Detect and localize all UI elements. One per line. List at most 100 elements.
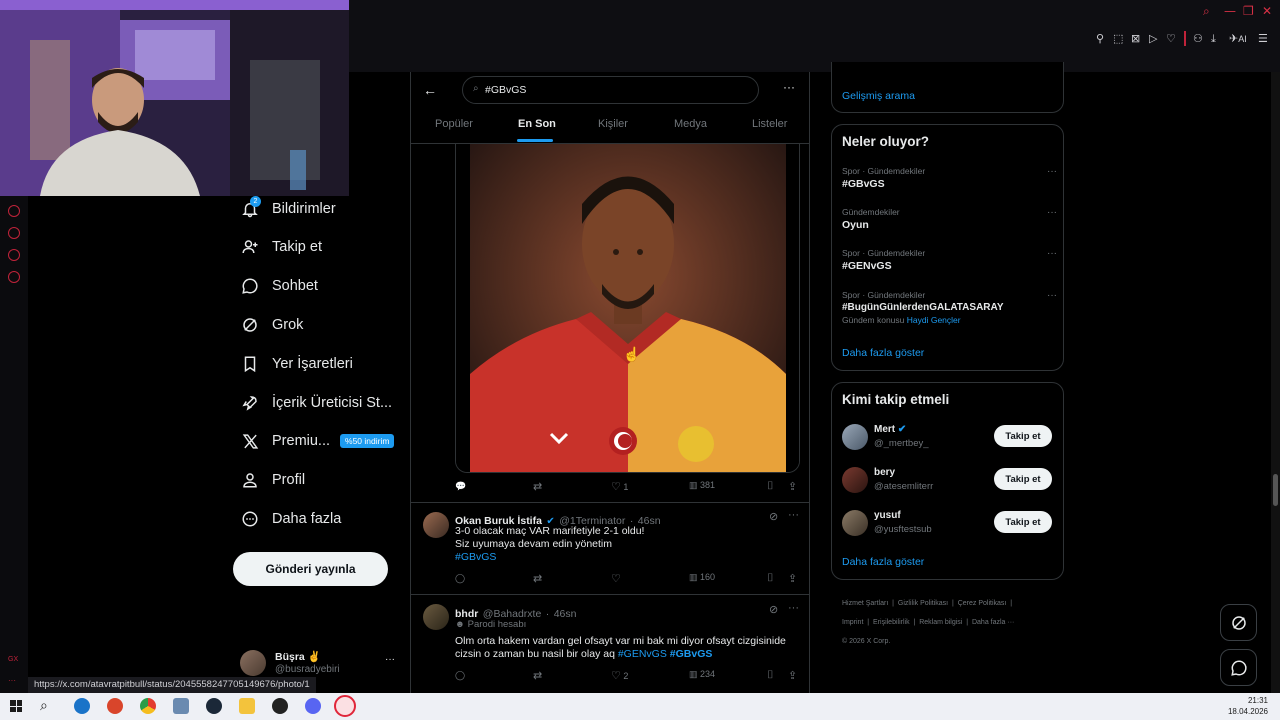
retweet-icon[interactable]: ⇄ (533, 480, 542, 493)
tab-people[interactable]: Kişiler (598, 118, 628, 130)
sidebar-item-follow[interactable]: Takip et (240, 232, 322, 262)
reply-icon[interactable]: ◯ (455, 573, 465, 584)
sidebar-more-icon[interactable]: ··· (8, 676, 16, 685)
account-switcher[interactable]: Büşra ✌ @busradyebiri ··· (240, 648, 400, 680)
download-icon[interactable]: ⤓ (1211, 32, 1216, 46)
trend-item[interactable]: Spor · Gündemdekiler #BugünGünlerdenGALA… (842, 290, 1057, 325)
follow-button[interactable]: Takip et (994, 468, 1052, 490)
footer-link[interactable]: Çerez Politikası (958, 600, 1007, 607)
grok-explain-icon[interactable]: ⊘ (769, 603, 778, 616)
aria-icon[interactable]: ✈AI (1229, 32, 1247, 45)
views-button[interactable]: ▥ 381 (689, 480, 715, 491)
sidebar-item-premium[interactable]: Premiu... %50 indirim (240, 426, 395, 456)
pin-icon[interactable]: ⚲ (1096, 32, 1104, 45)
reply-icon[interactable]: ◯ (455, 670, 465, 681)
folder-icon[interactable] (239, 698, 255, 714)
steam-icon[interactable] (206, 698, 222, 714)
chrome-icon[interactable] (140, 698, 156, 714)
follow-button[interactable]: Takip et (994, 425, 1052, 447)
trend-more-icon[interactable]: ··· (1047, 166, 1057, 177)
tab-popular[interactable]: Popüler (435, 118, 473, 130)
like-icon[interactable]: ♡ (611, 572, 621, 585)
bookmark-icon[interactable]: ⌷ (767, 669, 774, 682)
follow-suggestion[interactable]: bery @atesemliterr Takip et (842, 466, 1057, 496)
footer-link[interactable]: Gizlilik Politikası (898, 600, 948, 607)
play-icon[interactable]: ▷ (1149, 32, 1157, 45)
hashtag-link[interactable]: #GBvGS (670, 648, 713, 660)
adblock-icon[interactable]: ⊠ (1131, 32, 1140, 45)
tweet-more-icon[interactable]: ··· (788, 602, 799, 614)
retweet-icon[interactable]: ⇄ (533, 669, 542, 682)
account-icon[interactable]: ⚇ (1193, 32, 1203, 45)
settings-icon[interactable] (8, 271, 20, 283)
post-button[interactable]: Gönderi yayınla (233, 552, 388, 586)
views-button[interactable]: ▥ 160 (689, 572, 715, 583)
tab-latest[interactable]: En Son (518, 118, 556, 130)
bookmark-icon[interactable]: ⌷ (767, 480, 774, 493)
search-icon[interactable]: ⌕ (40, 697, 48, 714)
clock-date[interactable]: 18.04.2026 (1224, 707, 1268, 716)
avatar[interactable] (423, 512, 449, 538)
opera-gx-icon[interactable] (334, 695, 356, 717)
scrollbar-thumb[interactable] (1273, 474, 1278, 506)
heart-icon[interactable]: ♡ (1166, 32, 1176, 45)
sidebar-item-bookmarks[interactable]: Yer İşaretleri (240, 349, 353, 379)
obs-icon[interactable] (272, 698, 288, 714)
screenshot-icon[interactable]: ⬚ (1113, 32, 1123, 45)
minimize-icon[interactable]: — (1224, 4, 1236, 18)
footer-link[interactable]: Daha fazla ··· (972, 619, 1014, 626)
trend-more-icon[interactable]: ··· (1047, 290, 1057, 301)
like-button[interactable]: ♡ 2 (611, 669, 628, 682)
follow-button[interactable]: Takip et (994, 511, 1052, 533)
discord-icon[interactable] (305, 698, 321, 714)
close-icon[interactable]: ✕ (1262, 4, 1272, 18)
tab-media[interactable]: Medya (674, 118, 707, 130)
show-more-suggestions-link[interactable]: Daha fazla göster (842, 556, 924, 568)
sidebar-item-notifications[interactable]: 2 Bildirimler (240, 194, 336, 224)
bookmark-icon[interactable]: ⌷ (767, 572, 774, 585)
history-icon[interactable] (8, 205, 20, 217)
trend-item[interactable]: Spor · Gündemdekiler #GENvGS ··· (842, 248, 1057, 272)
sidebar-item-more[interactable]: Daha fazla (240, 504, 341, 534)
account-more-icon[interactable]: ··· (385, 654, 395, 665)
share-icon[interactable]: ⇪ (788, 669, 797, 682)
maximize-icon[interactable]: ❐ (1243, 4, 1254, 18)
share-icon[interactable]: ⇪ (788, 572, 797, 585)
retweet-icon[interactable]: ⇄ (533, 572, 542, 585)
show-more-trends-link[interactable]: Daha fazla göster (842, 347, 924, 359)
back-arrow-icon[interactable]: ← (423, 82, 437, 98)
grok-float-button[interactable] (1220, 604, 1257, 641)
messenger-icon[interactable] (8, 249, 20, 261)
follow-suggestion[interactable]: yusuf @yusftestsub Takip et (842, 509, 1057, 539)
trend-more-icon[interactable]: ··· (1047, 248, 1057, 259)
hashtag-link[interactable]: #GBvGS (455, 551, 496, 564)
sidebar-item-profile[interactable]: Profil (240, 465, 305, 495)
follow-suggestion[interactable]: Mert ✔ @_mertbey_ Takip et (842, 423, 1057, 453)
avatar[interactable] (423, 604, 449, 630)
scrollbar[interactable] (1271, 72, 1280, 693)
trend-context-link[interactable]: Haydi Gençler (907, 315, 961, 325)
reply-icon[interactable]: 💬 (455, 481, 466, 492)
windows-start-icon[interactable] (10, 700, 22, 712)
trend-item[interactable]: Spor · Gündemdekiler #GBvGS ··· (842, 166, 1057, 190)
share-icon[interactable]: ⇪ (788, 480, 797, 493)
messages-float-button[interactable] (1220, 649, 1257, 686)
sidebar-item-grok[interactable]: Grok (240, 310, 303, 340)
brave-icon[interactable] (107, 698, 123, 714)
tab-lists[interactable]: Listeler (752, 118, 787, 130)
footer-link[interactable]: Reklam bilgisi (919, 619, 962, 626)
sidebar-item-creator-studio[interactable]: İçerik Üreticisi St... (240, 388, 392, 418)
hashtag-link[interactable]: #GENvGS (618, 648, 667, 660)
tweet-more-icon[interactable]: ··· (788, 509, 799, 521)
edge-icon[interactable] (74, 698, 90, 714)
trend-more-icon[interactable]: ··· (1047, 207, 1057, 218)
app-icon[interactable] (173, 698, 189, 714)
sidebar-item-chat[interactable]: Sohbet (240, 271, 318, 301)
clock-time[interactable]: 21:31 (1238, 696, 1268, 705)
like-button[interactable]: ♡ 1 (611, 480, 628, 493)
grok-explain-icon[interactable]: ⊘ (769, 510, 778, 523)
trend-item[interactable]: Gündemdekiler Oyun ··· (842, 207, 1057, 231)
search-more-icon[interactable]: ··· (783, 80, 795, 94)
tweet-media[interactable] (455, 144, 800, 473)
clock-icon[interactable] (8, 227, 20, 239)
